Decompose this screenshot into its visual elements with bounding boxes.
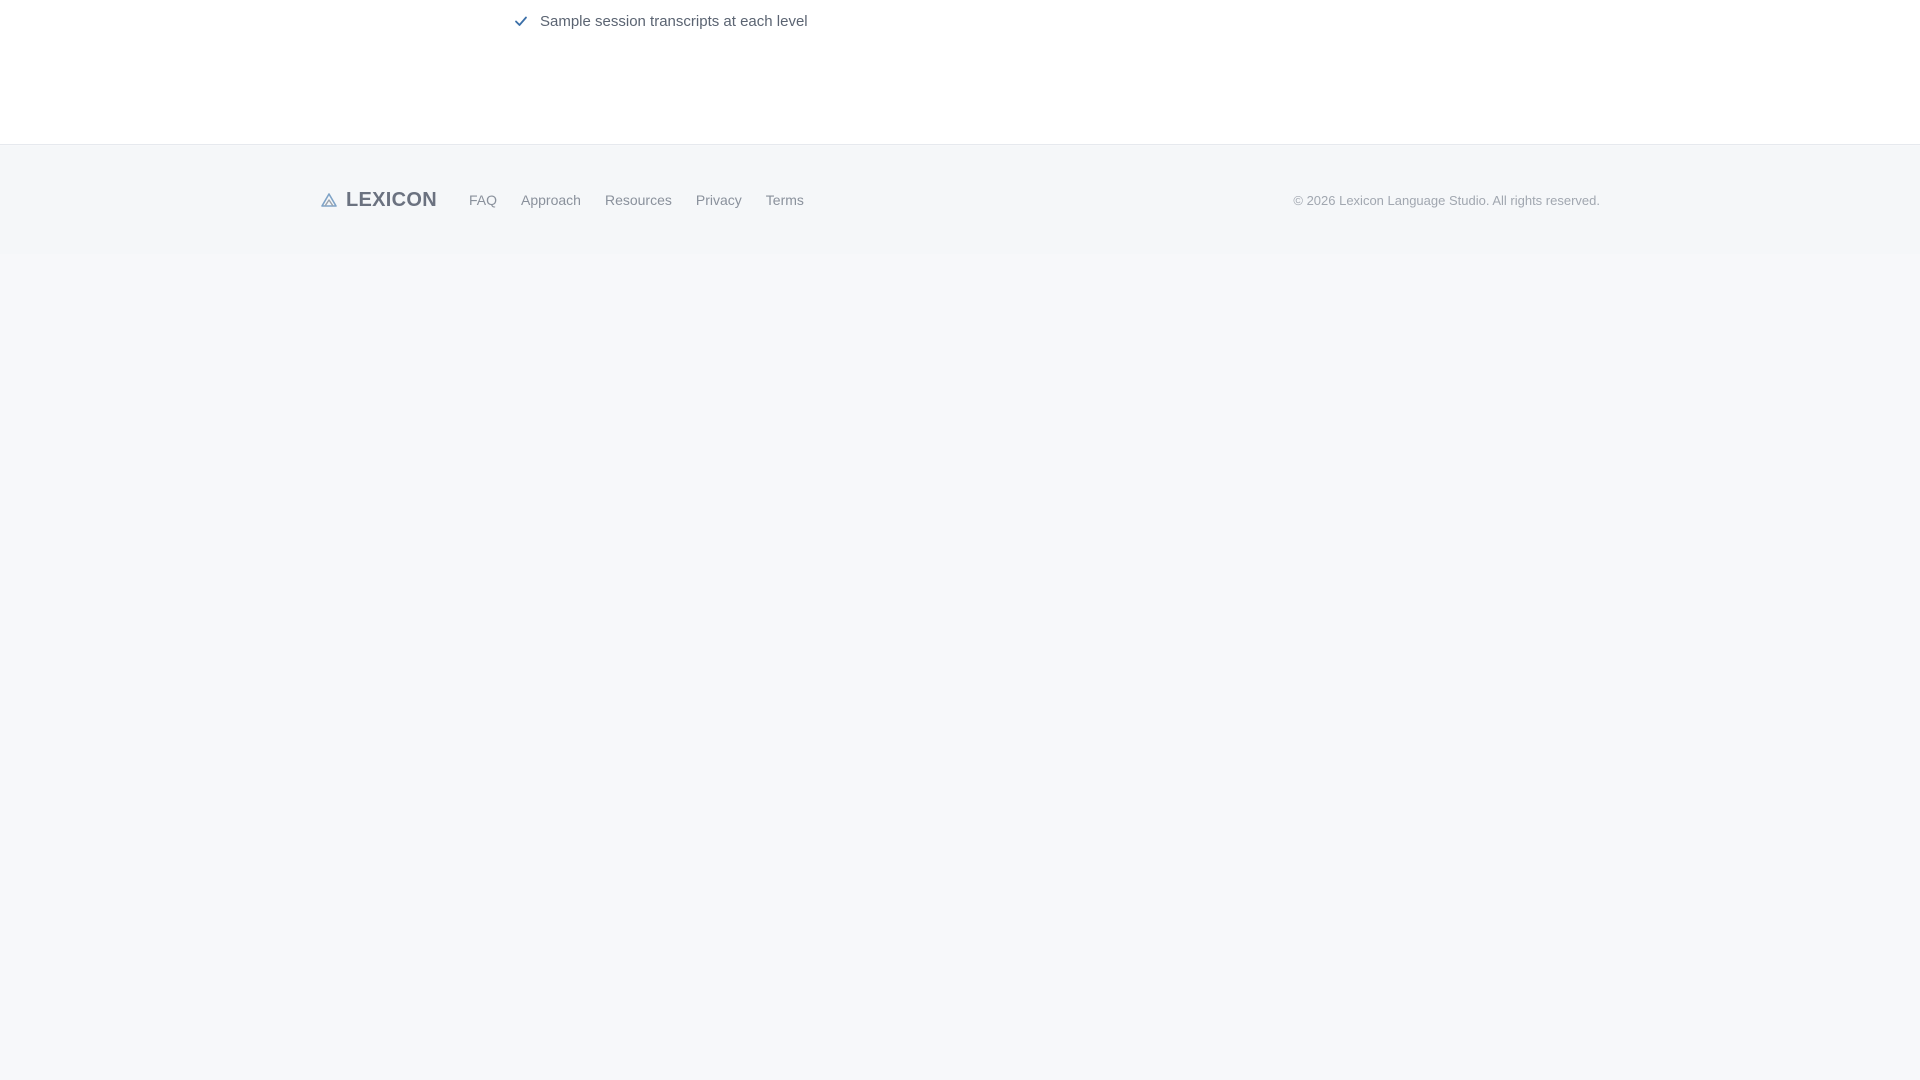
footer-link-terms[interactable]: Terms xyxy=(766,192,804,208)
footer-nav: FAQ Approach Resources Privacy Terms xyxy=(469,192,804,208)
footer-link-approach[interactable]: Approach xyxy=(521,192,581,208)
footer-link-resources[interactable]: Resources xyxy=(605,192,672,208)
main-content-area: Sample session transcripts at each level xyxy=(0,0,1920,145)
copyright-text: © 2026 Lexicon Language Studio. All righ… xyxy=(1293,192,1600,208)
mountain-logo-icon xyxy=(320,191,338,209)
site-footer: LEXICON FAQ Approach Resources Privacy T… xyxy=(0,146,1920,254)
footer-brand-link[interactable]: LEXICON xyxy=(320,189,437,212)
footer-link-privacy[interactable]: Privacy xyxy=(696,192,742,208)
feature-list-item: Sample session transcripts at each level xyxy=(512,12,808,30)
check-icon xyxy=(512,12,530,30)
footer-link-faq[interactable]: FAQ xyxy=(469,192,497,208)
footer-brand-name: LEXICON xyxy=(346,188,437,211)
feature-item-text: Sample session transcripts at each level xyxy=(540,12,808,30)
footer-container: LEXICON FAQ Approach Resources Privacy T… xyxy=(320,146,1600,254)
